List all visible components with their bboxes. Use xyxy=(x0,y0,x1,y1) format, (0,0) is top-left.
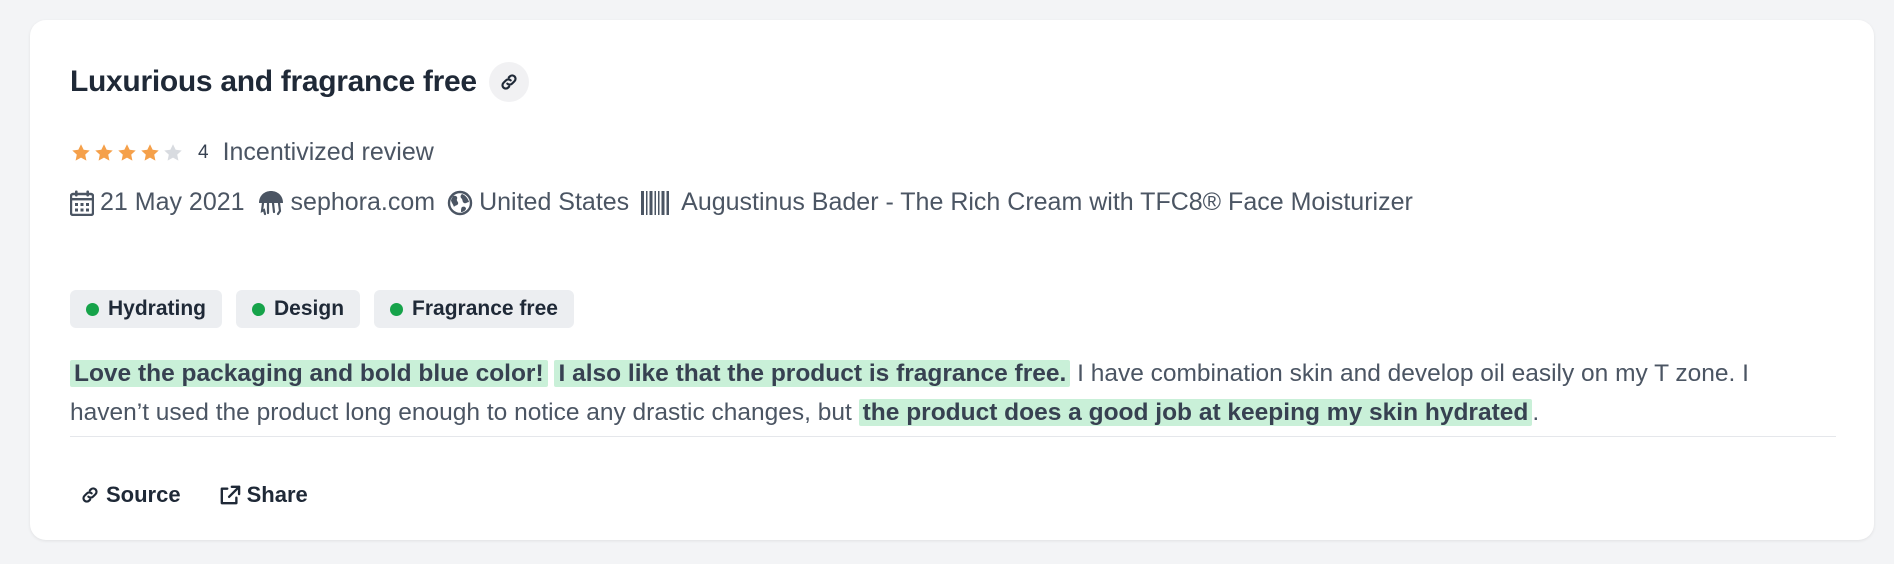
star-icon xyxy=(118,143,136,161)
globe-icon xyxy=(447,190,473,215)
product-name: Augustinus Bader - The Rich Cream with T… xyxy=(681,188,1413,216)
jellyfish-icon xyxy=(258,190,283,215)
source-button[interactable]: Source xyxy=(80,482,181,508)
review-card: Luxurious and fragrance free 4 Incentivi… xyxy=(30,20,1874,540)
review-source-site: sephora.com xyxy=(257,188,436,217)
review-date-text: 21 May 2021 xyxy=(100,188,245,216)
source-site-text: sephora.com xyxy=(290,188,436,216)
review-body: Love the packaging and bold blue color! … xyxy=(70,354,1790,432)
star-icon xyxy=(72,143,90,161)
share-icon xyxy=(220,485,240,505)
rating-value: 4 xyxy=(198,141,209,163)
link-icon xyxy=(82,487,98,503)
tag-dot xyxy=(252,302,266,316)
star-icon xyxy=(141,143,159,161)
tag-design[interactable]: Design xyxy=(236,290,361,328)
tag-label: Fragrance free xyxy=(412,297,558,320)
review-meta: 21 May 2021 sephora.com United States Au… xyxy=(70,188,1425,217)
tag-label: Design xyxy=(274,297,345,320)
share-label: Share xyxy=(246,482,308,507)
star-empty-icon xyxy=(164,143,182,161)
calendar-icon xyxy=(70,190,94,216)
star-rating xyxy=(70,142,184,164)
review-title: Luxurious and fragrance free xyxy=(70,65,477,98)
incentivized-label: Incentivized review xyxy=(222,138,434,166)
share-button[interactable]: Share xyxy=(219,482,308,508)
tag-fragrance-free[interactable]: Fragrance free xyxy=(374,290,574,328)
star-icon xyxy=(95,143,113,161)
country-text: United States xyxy=(479,188,630,216)
review-header: Luxurious and fragrance free xyxy=(70,62,529,102)
highlight-hydration: the product does a good job at keeping m… xyxy=(858,399,1533,426)
review-product: Augustinus Bader - The Rich Cream with T… xyxy=(641,188,1413,217)
permalink-button[interactable] xyxy=(488,62,529,102)
tag-hydrating[interactable]: Hydrating xyxy=(70,290,223,328)
divider xyxy=(70,436,1836,437)
tag-dot xyxy=(390,302,404,316)
highlight-fragrance: I also like that the product is fragranc… xyxy=(554,360,1071,387)
review-country: United States xyxy=(447,188,629,217)
tag-label: Hydrating xyxy=(108,297,207,320)
review-date: 21 May 2021 xyxy=(70,188,245,217)
rating-row: 4 Incentivized review xyxy=(70,138,434,167)
source-label: Source xyxy=(106,482,181,507)
tag-dot xyxy=(86,302,99,316)
tag-list: Hydrating Design Fragrance free xyxy=(70,290,574,328)
review-body-end: . xyxy=(1532,399,1540,426)
review-actions: Source Share xyxy=(80,482,308,508)
highlight-packaging: Love the packaging and bold blue color! xyxy=(70,360,548,387)
barcode-icon xyxy=(641,190,670,215)
link-icon xyxy=(501,74,517,90)
